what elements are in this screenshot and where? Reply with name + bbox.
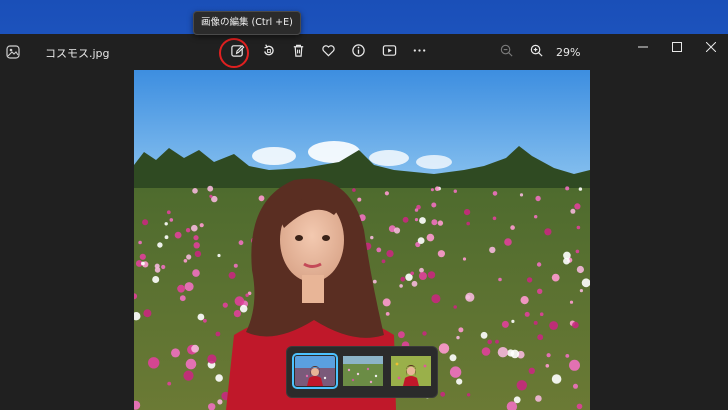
zoom-out-icon xyxy=(499,43,514,62)
info-icon xyxy=(351,43,366,62)
more-options-button[interactable] xyxy=(408,41,430,63)
thumbnail-1[interactable] xyxy=(292,353,338,389)
minimize-button[interactable] xyxy=(626,34,660,58)
edit-highlight-circle xyxy=(219,38,249,68)
rotate-icon xyxy=(261,43,276,62)
maximize-icon xyxy=(672,37,682,56)
favorite-button[interactable] xyxy=(317,41,339,63)
delete-icon xyxy=(291,43,306,62)
zoom-out-button[interactable] xyxy=(495,41,517,63)
title-bar: コスモス.jpg 29% xyxy=(0,34,728,70)
edit-image-tooltip: 画像の編集 (Ctrl +E) xyxy=(193,11,301,35)
delete-button[interactable] xyxy=(287,41,309,63)
close-icon xyxy=(705,37,717,56)
photos-app-icon xyxy=(6,44,20,59)
filmstrip xyxy=(286,346,438,398)
minimize-icon xyxy=(638,37,648,56)
maximize-button[interactable] xyxy=(660,34,694,58)
zoom-in-button[interactable] xyxy=(525,41,547,63)
zoom-level[interactable]: 29% xyxy=(556,46,580,59)
more-icon xyxy=(412,43,427,62)
close-button[interactable] xyxy=(694,34,728,58)
slideshow-button[interactable] xyxy=(378,41,400,63)
favorite-icon xyxy=(321,43,336,62)
file-name: コスモス.jpg xyxy=(45,47,110,60)
thumbnail-2[interactable] xyxy=(343,356,383,386)
thumbnail-3[interactable] xyxy=(391,356,431,386)
zoom-in-icon xyxy=(529,43,544,62)
photos-window: コスモス.jpg 29% xyxy=(0,34,728,410)
info-button[interactable] xyxy=(347,41,369,63)
rotate-button[interactable] xyxy=(257,41,279,63)
slideshow-icon xyxy=(382,43,397,62)
